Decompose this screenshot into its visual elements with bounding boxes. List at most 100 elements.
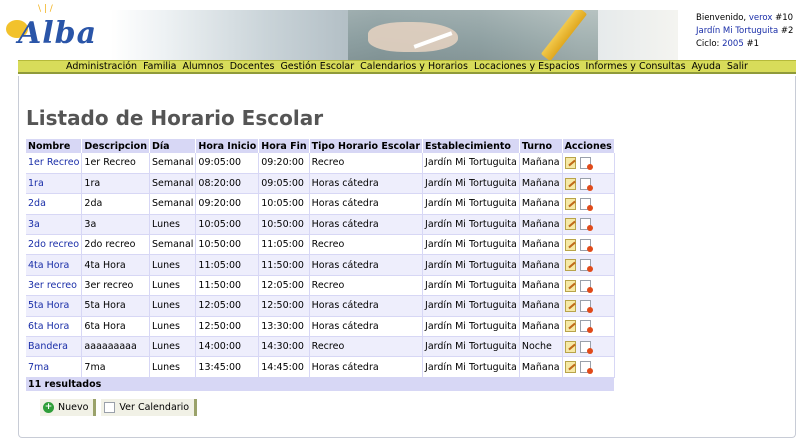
menu-item-ayuda[interactable]: Ayuda bbox=[689, 61, 724, 72]
cell-hora-inicio: 10:50:00 bbox=[195, 234, 260, 256]
view-calendar-button[interactable]: Ver Calendario bbox=[101, 399, 198, 416]
new-button[interactable]: + Nuevo bbox=[40, 399, 97, 416]
cell-hora-inicio: 11:05:00 bbox=[195, 254, 260, 276]
user-link[interactable]: verox bbox=[749, 13, 773, 23]
delete-icon[interactable] bbox=[579, 177, 593, 191]
cell-turno: Mañana bbox=[519, 153, 563, 174]
menu-item-alumnos[interactable]: Alumnos bbox=[179, 61, 226, 72]
delete-icon[interactable] bbox=[579, 259, 593, 273]
table-row: 6ta Hora 6ta Hora Lunes 12:50:00 13:30:00 Hor… bbox=[26, 316, 615, 338]
cell-turno: Mañana bbox=[519, 234, 563, 256]
delete-icon[interactable] bbox=[579, 156, 593, 170]
col-dia[interactable]: Día bbox=[149, 139, 197, 153]
cell-turno: Mañana bbox=[519, 295, 563, 317]
row-name-link[interactable]: Bandera bbox=[28, 341, 68, 352]
edit-icon[interactable] bbox=[564, 279, 576, 292]
cell-dia: Lunes bbox=[149, 275, 197, 297]
menu-item-informes[interactable]: Informes y Consultas bbox=[583, 61, 689, 72]
cell-tipo: Horas cátedra bbox=[309, 316, 424, 338]
cell-turno: Mañana bbox=[519, 193, 563, 215]
menu-item-calendarios[interactable]: Calendarios y Horarios bbox=[357, 61, 471, 72]
cell-nombre: 6ta Hora bbox=[26, 316, 83, 338]
school-link[interactable]: Jardín Mi Tortuguita bbox=[696, 26, 778, 36]
cell-dia: Lunes bbox=[149, 316, 197, 338]
cell-descripcion: aaaaaaaaa bbox=[81, 336, 150, 358]
col-hora-inicio[interactable]: Hora Inicio bbox=[195, 139, 260, 153]
edit-icon[interactable] bbox=[564, 320, 576, 333]
menu-item-administracion[interactable]: Administración bbox=[63, 61, 140, 72]
edit-icon[interactable] bbox=[564, 177, 576, 190]
welcome-label: Bienvenido, bbox=[696, 13, 747, 23]
cell-hora-fin: 14:30:00 bbox=[258, 336, 310, 358]
col-turno[interactable]: Turno bbox=[519, 139, 563, 153]
edit-icon[interactable] bbox=[564, 238, 576, 251]
school-id: #2 bbox=[780, 26, 794, 36]
cell-hora-inicio: 10:05:00 bbox=[195, 214, 260, 236]
row-name-link[interactable]: 2do recreo bbox=[28, 239, 79, 250]
user-info: Bienvenido, verox #10 Jardín Mi Tortugui… bbox=[696, 12, 800, 51]
edit-icon[interactable] bbox=[564, 361, 576, 374]
col-descripcion[interactable]: Descripcion bbox=[81, 139, 150, 153]
cell-hora-fin: 09:05:00 bbox=[258, 173, 310, 195]
cell-tipo: Horas cátedra bbox=[309, 173, 424, 195]
delete-icon[interactable] bbox=[579, 218, 593, 232]
menu-item-locaciones[interactable]: Locaciones y Espacios bbox=[471, 61, 583, 72]
row-name-link[interactable]: 7ma bbox=[28, 362, 49, 373]
edit-icon[interactable] bbox=[564, 299, 576, 312]
logo-text: Alba bbox=[18, 16, 98, 51]
cell-acciones bbox=[562, 173, 615, 195]
cell-establecimiento: Jardín Mi Tortuguita bbox=[422, 214, 520, 236]
edit-icon[interactable] bbox=[564, 218, 576, 231]
row-name-link[interactable]: 5ta Hora bbox=[28, 300, 69, 311]
edit-icon[interactable] bbox=[564, 340, 576, 353]
menu-item-familia[interactable]: Familia bbox=[140, 61, 179, 72]
delete-icon[interactable] bbox=[579, 361, 593, 375]
cell-hora-fin: 10:50:00 bbox=[258, 214, 310, 236]
table-row: 2do recreo 2do recreo Semanal 10:50:00 11:05… bbox=[26, 234, 615, 256]
delete-icon[interactable] bbox=[579, 279, 593, 293]
action-bar: + Nuevo Ver Calendario bbox=[40, 399, 202, 416]
cell-dia: Semanal bbox=[149, 173, 197, 195]
col-hora-fin[interactable]: Hora Fin bbox=[258, 139, 310, 153]
table-footer: 11 resultados bbox=[26, 377, 615, 392]
delete-icon[interactable] bbox=[579, 238, 593, 252]
cell-turno: Mañana bbox=[519, 254, 563, 276]
edit-icon[interactable] bbox=[564, 259, 576, 272]
delete-icon[interactable] bbox=[579, 340, 593, 354]
cell-establecimiento: Jardín Mi Tortuguita bbox=[422, 193, 520, 215]
col-establecimiento[interactable]: Establecimiento bbox=[422, 139, 520, 153]
menu-item-salir[interactable]: Salir bbox=[724, 61, 751, 72]
delete-icon[interactable] bbox=[579, 197, 593, 211]
menu-item-gestion-escolar[interactable]: Gestión Escolar bbox=[277, 61, 357, 72]
row-name-link[interactable]: 3a bbox=[28, 219, 40, 230]
cell-turno: Mañana bbox=[519, 356, 563, 378]
row-name-link[interactable]: 3er recreo bbox=[28, 280, 77, 291]
col-tipo[interactable]: Tipo Horario Escolar bbox=[309, 139, 424, 153]
cell-tipo: Horas cátedra bbox=[309, 193, 424, 215]
row-name-link[interactable]: 6ta Hora bbox=[28, 321, 69, 332]
row-name-link[interactable]: 1ra bbox=[28, 178, 44, 189]
cell-tipo: Recreo bbox=[309, 234, 424, 256]
edit-icon[interactable] bbox=[564, 156, 576, 169]
cell-acciones bbox=[562, 153, 615, 174]
col-nombre[interactable]: Nombre bbox=[26, 139, 83, 153]
row-name-link[interactable]: 4ta Hora bbox=[28, 260, 69, 271]
cell-descripcion: 4ta Hora bbox=[81, 254, 150, 276]
edit-icon[interactable] bbox=[564, 197, 576, 210]
cycle-link[interactable]: 2005 bbox=[722, 39, 744, 49]
cell-nombre: 7ma bbox=[26, 356, 83, 378]
menu-item-docentes[interactable]: Docentes bbox=[227, 61, 278, 72]
cycle-id: #1 bbox=[746, 39, 759, 49]
cell-dia: Lunes bbox=[149, 214, 197, 236]
cell-nombre: 3er recreo bbox=[26, 275, 83, 297]
table-row: 2da 2da Semanal 09:20:00 10:05:00 Horas cáted… bbox=[26, 193, 615, 215]
cell-establecimiento: Jardín Mi Tortuguita bbox=[422, 356, 520, 378]
delete-icon[interactable] bbox=[579, 299, 593, 313]
row-name-link[interactable]: 2da bbox=[28, 198, 46, 209]
cell-hora-inicio: 09:05:00 bbox=[195, 153, 260, 174]
cell-tipo: Recreo bbox=[309, 275, 424, 297]
alba-logo[interactable]: \ | / Alba bbox=[4, 2, 114, 52]
cycle-label: Ciclo: bbox=[696, 39, 720, 49]
delete-icon[interactable] bbox=[579, 320, 593, 334]
row-name-link[interactable]: 1er Recreo bbox=[28, 157, 79, 168]
